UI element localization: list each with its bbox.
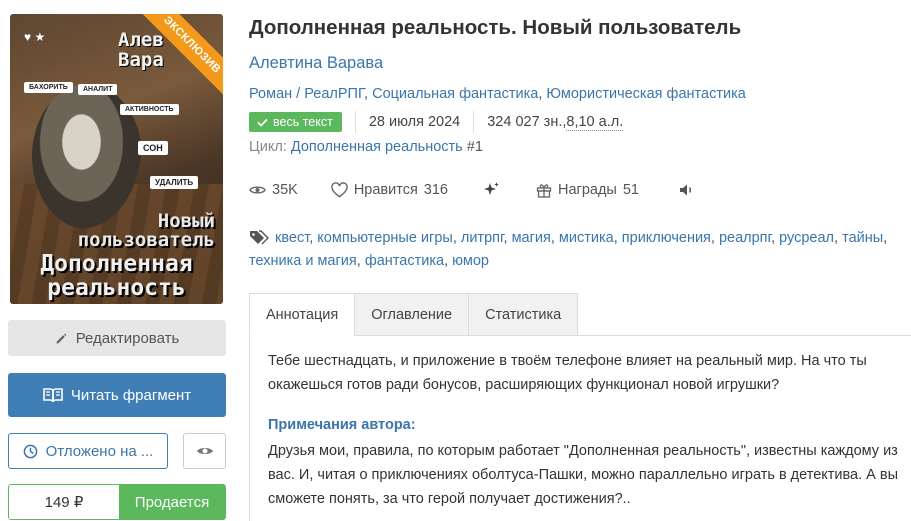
checkmark-icon (257, 118, 268, 127)
cover-chip: СОН (138, 141, 168, 155)
tag-link[interactable]: реалрпг (719, 230, 771, 246)
edit-button[interactable]: Редактировать (8, 320, 226, 356)
views-stat: 35K (249, 182, 298, 198)
tags-list: квест, компьютерные игры, литрпг, магия,… (249, 230, 888, 269)
cover-chip: УДАЛИТЬ (150, 176, 199, 189)
annotation-panel: Тебе шестнадцать, и приложение в твоём т… (249, 335, 911, 521)
purchase-widget[interactable]: 149 ₽ Продается (8, 484, 226, 520)
sparkle-button[interactable] (482, 181, 500, 199)
audio-button[interactable] (679, 183, 695, 197)
author-notes-text: Друзья мои, правила, по которым работает… (268, 443, 898, 507)
cover-subtitle: Новый пользователь (77, 210, 215, 251)
read-fragment-button[interactable]: Читать фрагмент (8, 373, 226, 417)
divider (354, 111, 356, 133)
series-info: Цикл: Дополненная реальность #1 (249, 139, 483, 155)
genre-link[interactable]: Роман / РеалРПГ (249, 86, 364, 102)
watch-button[interactable] (183, 433, 226, 469)
price: 149 ₽ (9, 485, 119, 519)
awards-button[interactable]: Награды 51 (536, 182, 639, 198)
like-button[interactable]: Нравится 316 (331, 182, 448, 198)
tag-link[interactable]: юмор (452, 253, 489, 269)
size-chars: 324 027 зн., (487, 114, 567, 130)
genres-list: Роман / РеалРПГ, Социальная фантастика, … (249, 86, 746, 102)
tag-link[interactable]: тайны (842, 230, 883, 246)
postponed-label: Отложено на ... (45, 442, 154, 460)
tag-link[interactable]: квест (275, 230, 309, 246)
eye-icon (196, 448, 213, 454)
book-open-icon (43, 388, 63, 403)
genre-link[interactable]: Юмористическая фантастика (546, 86, 745, 102)
eye-icon (249, 186, 266, 194)
cover-chip: АКТИВНОСТЬ (120, 104, 179, 115)
annotation-text: Тебе шестнадцать, и приложение в твоём т… (268, 353, 867, 393)
author-link[interactable]: Алевтина Варава (249, 54, 383, 73)
series-number: #1 (466, 139, 483, 155)
cover-chip: АНАЛИТ (78, 84, 118, 95)
author-notes-heading: Примечания автора: (268, 417, 416, 433)
read-fragment-label: Читать фрагмент (70, 386, 192, 404)
cover-chip: БАХОРИТЬ (24, 82, 73, 93)
tab-contents[interactable]: Оглавление (354, 293, 470, 336)
tag-link[interactable]: русреал (779, 230, 834, 246)
edit-button-label: Редактировать (75, 329, 180, 347)
cover-heart-star-icons: ♥ ★ (24, 30, 46, 44)
tag-link[interactable]: магия (512, 230, 551, 246)
series-label: Цикл: (249, 139, 287, 155)
postponed-button[interactable]: Отложено на ... (8, 433, 168, 469)
pencil-icon (56, 333, 67, 343)
genre-link[interactable]: Социальная фантастика (372, 86, 538, 102)
divider (473, 111, 475, 133)
clock-icon (23, 444, 37, 458)
tag-link[interactable]: мистика (559, 230, 614, 246)
tag-link[interactable]: фантастика (365, 253, 444, 269)
tag-link[interactable]: компьютерные игры (317, 230, 453, 246)
status-badge: весь текст (249, 112, 342, 132)
buy-button[interactable]: Продается (119, 485, 225, 519)
book-meta: весь текст 28 июля 2024 324 027 зн., 8,1… (249, 111, 624, 133)
tab-statistics[interactable]: Статистика (468, 293, 579, 336)
cover-author-text: Алев Вара (118, 29, 164, 71)
tab-annotation[interactable]: Аннотация (249, 293, 356, 336)
speaker-icon (679, 184, 692, 196)
stats-bar: 35K Нравится 316 Награды 51 (249, 181, 695, 199)
heart-icon (331, 182, 348, 198)
tag-link[interactable]: литрпг (461, 230, 504, 246)
tag-link[interactable]: техника и магия (249, 253, 357, 269)
tags-icon (250, 230, 269, 245)
info-tabs: Аннотация Оглавление Статистика (249, 293, 579, 336)
publish-date: 28 июля 2024 (368, 114, 461, 130)
tag-link[interactable]: приключения (622, 230, 711, 246)
sparkles-icon (484, 182, 499, 195)
size-author-sheets: 8,10 а.л. (566, 113, 624, 131)
gift-icon (536, 184, 552, 198)
cover-title: Дополненная реальность (40, 251, 193, 301)
book-title: Дополненная реальность. Новый пользовате… (249, 16, 742, 39)
book-cover[interactable]: ♥ ★ Алев Вара БАХОРИТЬ АНАЛИТ АКТИВНОСТЬ … (10, 14, 223, 304)
series-link[interactable]: Дополненная реальность (291, 139, 463, 155)
